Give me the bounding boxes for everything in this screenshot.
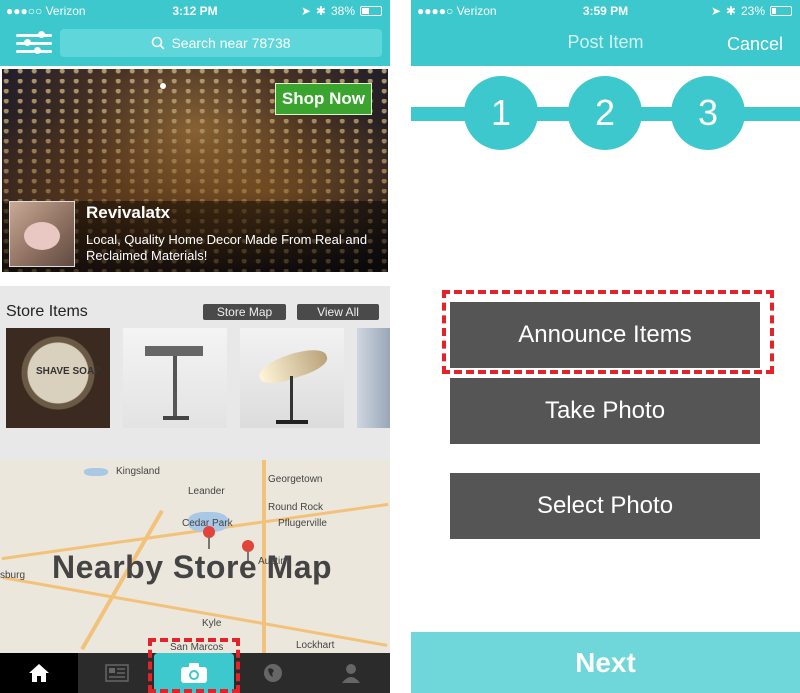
store-avatar[interactable]: [9, 201, 75, 267]
store-description: Local, Quality Home Decor Made From Real…: [86, 232, 368, 263]
globe-icon: [264, 664, 282, 682]
search-input[interactable]: Search near 78738: [60, 29, 382, 57]
item-thumbnail[interactable]: [357, 328, 390, 428]
nav-home[interactable]: [0, 653, 78, 693]
map-label: Pflugerville: [278, 518, 327, 529]
profile-icon: [342, 664, 360, 683]
item-label: SHAVE SOAP: [36, 366, 101, 377]
item-thumbnail[interactable]: [240, 328, 344, 428]
step-3: 3: [671, 76, 745, 150]
store-pin-icon[interactable]: [203, 526, 215, 549]
status-right: ➤ ✱ 23%: [711, 4, 792, 18]
map-label: Georgetown: [268, 474, 323, 485]
nearby-store-map[interactable]: Kingsland Leander Georgetown Round Rock …: [0, 460, 390, 653]
battery-icon: [770, 6, 792, 16]
right-screen: ●●●●○ Verizon 3:59 PM ➤ ✱ 23% Post Item …: [411, 0, 800, 693]
nav-profile[interactable]: [312, 653, 390, 693]
catalog-icon: [105, 664, 129, 682]
map-label: Kyle: [202, 618, 222, 629]
next-button[interactable]: Next: [411, 632, 800, 693]
search-icon: [152, 36, 166, 50]
store-items-section: Store Items Store Map View All SHAVE SOA…: [0, 286, 390, 460]
location-icon: ➤: [710, 4, 721, 18]
battery-percent: 38%: [330, 4, 355, 18]
select-photo-button[interactable]: Select Photo: [450, 473, 760, 539]
home-icon: [29, 664, 49, 682]
top-bar: ●●●○○ Verizon 3:12 PM ➤ ✱ 38% Search nea…: [0, 0, 390, 66]
map-label: Leander: [188, 486, 225, 497]
shop-now-button[interactable]: Shop Now: [274, 83, 372, 115]
map-label: Lockhart: [296, 640, 335, 651]
camera-highlight: [148, 638, 240, 693]
item-thumbnail[interactable]: [123, 328, 227, 428]
map-title: Nearby Store Map: [52, 549, 333, 585]
nav-explore[interactable]: [234, 653, 312, 693]
bluetooth-icon: ✱: [315, 4, 326, 18]
battery-percent: 23%: [740, 4, 765, 18]
featured-store-banner[interactable]: Shop Now Revivalatx Local, Quality Home …: [2, 69, 388, 272]
left-screen: ●●●○○ Verizon 3:12 PM ➤ ✱ 38% Search nea…: [0, 0, 390, 693]
nav-catalog[interactable]: [78, 653, 156, 693]
status-bar: ●●●●○ Verizon 3:59 PM ➤ ✱ 23%: [411, 0, 800, 22]
cancel-button[interactable]: Cancel: [727, 34, 783, 55]
step-1: 1: [464, 76, 538, 150]
take-photo-button[interactable]: Take Photo: [450, 378, 760, 444]
store-map-button[interactable]: Store Map: [203, 304, 286, 320]
map-label: Round Rock: [268, 502, 324, 513]
item-thumbnail[interactable]: SHAVE SOAP: [6, 328, 110, 428]
location-icon: ➤: [300, 4, 311, 18]
map-label: Kingsland: [116, 466, 160, 477]
view-all-button[interactable]: View All: [297, 304, 379, 320]
status-bar: ●●●○○ Verizon 3:12 PM ➤ ✱ 38%: [0, 0, 390, 22]
filter-menu-icon[interactable]: [16, 31, 52, 54]
search-placeholder: Search near 78738: [171, 35, 291, 51]
bluetooth-icon: ✱: [725, 4, 736, 18]
step-2: 2: [568, 76, 642, 150]
battery-icon: [360, 6, 382, 16]
status-right: ➤ ✱ 38%: [301, 4, 382, 18]
carousel-indicator: [160, 83, 166, 89]
map-label: sburg: [0, 570, 26, 581]
store-items-title: Store Items: [6, 303, 88, 320]
announce-highlight: [442, 290, 774, 374]
post-item-header: ●●●●○ Verizon 3:59 PM ➤ ✱ 23% Post Item …: [411, 0, 800, 66]
store-name[interactable]: Revivalatx: [86, 203, 170, 223]
